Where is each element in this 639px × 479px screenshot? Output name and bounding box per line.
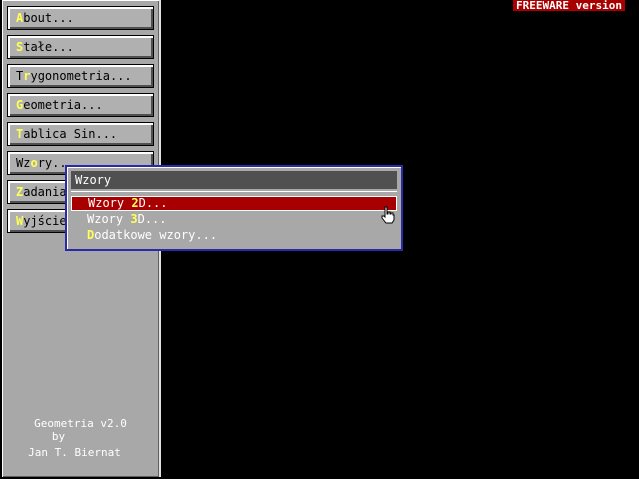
tablica-sin-button[interactable]: Tablica Sin... — [7, 122, 154, 146]
stale-button[interactable]: Stałe... — [7, 35, 154, 59]
button-label: adania — [23, 185, 67, 199]
menu-item-label: D... — [137, 212, 167, 226]
freeware-banner: FREEWARE version — [513, 0, 625, 11]
menu-item-label: D... — [138, 196, 168, 210]
button-label-prefix: Wz — [16, 156, 31, 170]
wzory-popup-menu: Wzory Wzory 2D... Wzory 3D... Dodatkowe … — [65, 165, 403, 251]
menu-item-prefix: Wzory — [87, 212, 131, 226]
hotkey: o — [30, 156, 38, 170]
menu-item-prefix: Wzory — [88, 196, 132, 210]
hand-pointer-icon — [381, 206, 395, 224]
button-label: ablica Sin... — [23, 127, 118, 141]
hotkey: 2 — [131, 196, 139, 210]
menu-item-dodatkowe-wzory[interactable]: Dodatkowe wzory... — [71, 228, 397, 243]
credits-by: by — [51, 430, 66, 443]
popup-title: Wzory — [71, 171, 397, 189]
button-label: eometria... — [23, 98, 103, 112]
button-label: tałe... — [23, 40, 74, 54]
about-button[interactable]: About... — [7, 6, 154, 30]
button-label: bout... — [23, 11, 74, 25]
menu-item-label: odatkowe wzory... — [94, 228, 218, 242]
credits-app-name: Geometria v2.0 — [34, 417, 127, 430]
trygonometria-button[interactable]: Trygonometria... — [7, 64, 154, 88]
popup-separator — [71, 191, 397, 192]
geometria-button[interactable]: Geometria... — [7, 93, 154, 117]
hotkey: 3 — [130, 212, 138, 226]
menu-item-wzory-2d[interactable]: Wzory 2D... — [71, 196, 397, 211]
credits-author: Jan T. Biernat — [28, 446, 121, 459]
menu-item-wzory-3d[interactable]: Wzory 3D... — [71, 212, 397, 227]
button-label: yjście — [23, 214, 67, 228]
button-label: ygonometria... — [30, 69, 132, 83]
